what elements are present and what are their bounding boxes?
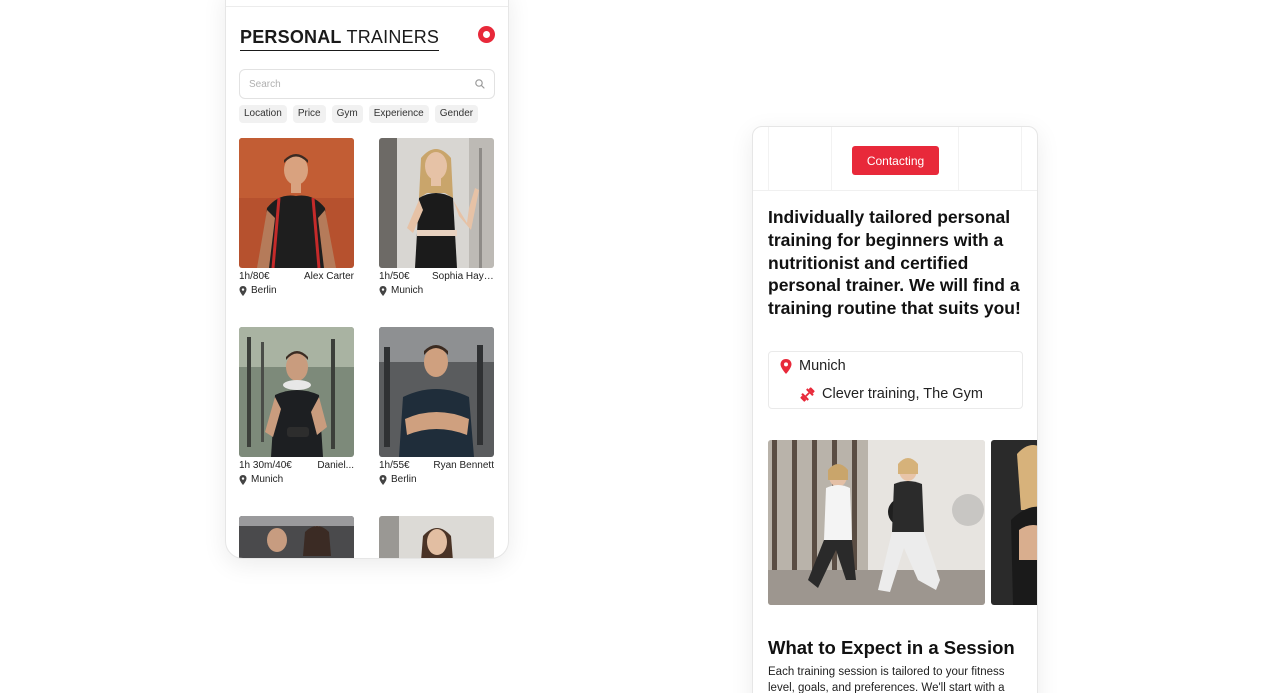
filter-experience[interactable]: Experience [368,105,429,123]
trainer-photo [239,327,354,457]
page-title-bold: PERSONAL [240,27,342,47]
trainer-location: Munich [251,474,284,485]
trainer-price: 1h 30m/40€ [239,460,292,471]
trainer-card[interactable]: 1h/80€ Alex Carter Berlin [239,138,354,296]
gallery-photo[interactable] [991,440,1037,605]
trainer-photo [379,516,494,558]
grid-line [1021,127,1022,190]
filter-chips: Location Price Gym Experience Gender [239,105,479,123]
grid-line [958,127,959,190]
trainer-card[interactable] [379,516,494,558]
trainer-card[interactable] [239,516,354,558]
section-body: Each training session is tailored to you… [768,666,1005,693]
trainer-price: 1h/55€ [379,460,410,471]
detail-headline: Individually tailored personal training … [768,207,1021,319]
detail-gyms: Clever training, The Gym [822,386,983,402]
trainer-list-screen: PERSONAL TRAINERS Location Price Gym Exp… [225,0,509,559]
trainer-location: Berlin [391,474,417,485]
filter-gender[interactable]: Gender [434,105,479,123]
trainer-name: Sophia Hayes [432,271,494,282]
trainer-detail-screen: Contacting Individually tailored persona… [752,126,1038,693]
search-input[interactable] [239,69,495,99]
filter-price[interactable]: Price [292,105,326,123]
map-pin-icon [239,285,247,296]
trainer-photo [239,516,354,558]
top-divider [226,6,508,7]
map-pin-icon [379,474,387,485]
dumbbell-icon [800,386,815,402]
trainer-photo [379,327,494,457]
trainer-location: Munich [391,285,424,296]
trainer-card[interactable]: 1h/50€ Sophia Hayes Munich [379,138,494,296]
page-title-rest: TRAINERS [346,27,440,47]
map-pin-icon [379,285,387,296]
page-title: PERSONAL TRAINERS [240,27,440,51]
trainer-card[interactable]: 1h/55€ Ryan Bennett Berlin [379,327,494,485]
trainer-name: Daniel... [317,460,354,471]
grid-line [831,127,832,190]
grid-line [768,127,769,190]
map-pin-icon [239,474,247,485]
trainer-card[interactable]: 1h 30m/40€ Daniel... Munich [239,327,354,485]
trainer-name: Alex Carter [303,271,354,282]
search-icon[interactable] [474,78,486,90]
filter-location[interactable]: Location [239,105,287,123]
filter-gym[interactable]: Gym [331,105,363,123]
trainer-location: Berlin [251,285,277,296]
trainer-price: 1h/80€ [239,271,270,282]
section-title: What to Expect in a Session [768,637,1015,658]
contacting-button[interactable]: Contacting [852,146,939,175]
location-card: Munich Clever training, The Gym [768,351,1023,409]
trainer-name: Ryan Bennett [433,460,494,471]
detail-header: Contacting [753,127,1037,191]
trainer-price: 1h/50€ [379,271,410,282]
trainer-photo [239,138,354,268]
map-pin-icon [780,358,792,374]
photo-gallery[interactable] [768,440,1037,605]
record-dot-icon[interactable] [478,26,495,43]
gallery-photo[interactable] [768,440,985,605]
trainer-photo [379,138,494,268]
detail-location: Munich [799,358,846,374]
